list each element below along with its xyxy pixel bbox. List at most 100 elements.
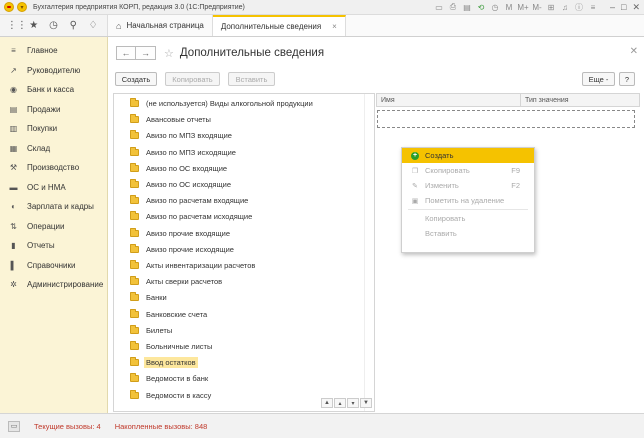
sidebar-item[interactable]: ◉ Банк и касса <box>0 80 107 100</box>
tree-item[interactable]: Авизо прочие исходящие <box>114 242 374 257</box>
app-logo-icon <box>4 2 14 12</box>
tree-item[interactable]: Билеты <box>114 323 374 338</box>
tree-item[interactable]: Больничные листы <box>114 339 374 354</box>
sidebar-item[interactable]: ⇅ Операции <box>0 217 107 237</box>
history-icon[interactable]: ◷ <box>490 2 500 12</box>
sidebar-item-label: Главное <box>27 46 58 56</box>
tree-item-label: Авизо по расчетам исходящие <box>146 212 253 222</box>
ctx-create[interactable]: + Создать <box>402 148 534 163</box>
tree-item[interactable]: Авизо по МПЗ входящие <box>114 128 374 143</box>
tab-additional-info[interactable]: Дополнительные сведения × <box>212 15 346 36</box>
page-title: Дополнительные сведения <box>179 47 325 59</box>
sidebar-item[interactable]: ▮ Отчеты <box>0 236 107 256</box>
help-button[interactable]: ? <box>619 72 635 86</box>
sidebar-item[interactable]: ▬ ОС и НМА <box>0 178 107 198</box>
column-name-header[interactable]: Имя <box>377 94 521 106</box>
new-row-placeholder[interactable] <box>377 110 635 128</box>
category-tree[interactable]: Ведомости в кассу Ведомости в банк Ввод ос… <box>113 93 375 412</box>
scroll-top-button[interactable]: ▲ <box>321 398 333 408</box>
ctx-edit[interactable]: ✎ Изменить F2 <box>402 178 534 193</box>
home-icon: ⌂ <box>116 20 122 31</box>
scroll-up-button[interactable]: ▴ <box>334 398 346 408</box>
maximize-icon[interactable]: □ <box>621 2 626 13</box>
forward-button[interactable]: → <box>136 46 156 60</box>
quick-actions: ⋮⋮ ★ ◷ ⚲ ♢ <box>0 15 108 36</box>
sidebar-item-label: ОС и НМА <box>27 182 66 192</box>
ctx-paste[interactable]: Вставить <box>402 226 534 241</box>
back-button[interactable]: ← <box>116 46 136 60</box>
notifications-bell-icon[interactable]: ♢ <box>86 20 100 31</box>
sidebar-item-label: Склад <box>27 143 51 153</box>
tree-item[interactable]: (не используется) Виды алкогольной проду… <box>114 96 374 111</box>
paste-button[interactable]: Вставить <box>228 72 275 86</box>
memory-plus-icon[interactable]: M+ <box>517 2 528 12</box>
sidebar-item[interactable]: ✲ Администрирование <box>0 275 107 295</box>
tree-item[interactable]: Авизо по МПЗ исходящие <box>114 145 374 160</box>
sidebar-item[interactable]: ▥ Покупки <box>0 119 107 139</box>
ctx-paste-label: Вставить <box>425 229 457 238</box>
minimize-icon[interactable]: – <box>610 2 615 13</box>
save-icon[interactable]: ▭ <box>434 2 444 12</box>
print-preview-icon[interactable]: ▤ <box>462 2 472 12</box>
close-form-icon[interactable]: ✕ <box>630 46 638 57</box>
duplicate-icon: ❐ <box>411 167 419 175</box>
ctx-copy[interactable]: Копировать <box>402 211 534 226</box>
main-menu-icon[interactable]: ▾ <box>17 2 27 12</box>
favorite-star-icon[interactable]: ☆ <box>164 47 174 60</box>
settings-icon[interactable]: ≡ <box>588 2 598 12</box>
tree-item[interactable]: Банковские счета <box>114 307 374 322</box>
ctx-mark-deletion[interactable]: ▣ Пометить на удаление <box>402 193 534 208</box>
column-type-header[interactable]: Тип значения <box>521 94 639 106</box>
tree-item[interactable]: Авансовые отчеты <box>114 112 374 127</box>
apps-grid-icon[interactable]: ⋮⋮ <box>7 20 27 31</box>
memory-icon[interactable]: M <box>504 2 514 12</box>
sidebar-item-label: Покупки <box>27 124 58 134</box>
zoom-icon[interactable]: ⊞ <box>546 2 556 12</box>
sidebar-item-label: Операции <box>27 221 65 231</box>
sidebar-item[interactable]: ⚒ Производство <box>0 158 107 178</box>
status-bar: ▭ Текущие вызовы: 4 Накопленные вызовы: … <box>0 413 644 438</box>
tree-item[interactable]: Авизо по расчетам входящие <box>114 193 374 208</box>
tree-item[interactable]: Банки <box>114 290 374 305</box>
tree-item[interactable]: Акты сверки расчетов <box>114 274 374 289</box>
top-toolbar: ⋮⋮ ★ ◷ ⚲ ♢ ⌂ Начальная страница Дополнит… <box>0 15 644 37</box>
print-icon[interactable]: ⎙ <box>448 2 458 12</box>
tree-scrollbar[interactable] <box>364 94 374 411</box>
favorites-star-icon[interactable]: ★ <box>27 20 41 31</box>
close-icon[interactable]: ✕ <box>632 2 640 13</box>
scroll-bottom-button[interactable]: ▼ <box>360 398 372 408</box>
sidebar-item-label: Руководителю <box>27 65 81 75</box>
refresh-icon[interactable]: ⟲ <box>476 2 486 12</box>
sidebar-item[interactable]: ▦ Склад <box>0 139 107 159</box>
tree-item[interactable]: Ввод остатков <box>114 355 374 370</box>
tree-item[interactable]: Авизо по расчетам исходящие <box>114 209 374 224</box>
pencil-icon: ✎ <box>412 182 418 190</box>
tree-item[interactable]: Авизо по ОС входящие <box>114 161 374 176</box>
tree-item-label: Банки <box>146 293 167 303</box>
search-icon[interactable]: ⚲ <box>66 20 80 31</box>
tab-close-icon[interactable]: × <box>332 22 337 31</box>
sidebar-item[interactable]: ▤ Продажи <box>0 100 107 120</box>
ctx-duplicate[interactable]: ❐ Скопировать F9 <box>402 163 534 178</box>
sidebar-item[interactable]: ↗ Руководителю <box>0 61 107 81</box>
cart-icon: ▤ <box>9 104 18 114</box>
memory-minus-icon[interactable]: M- <box>532 2 542 12</box>
copy-button[interactable]: Копировать <box>165 72 220 86</box>
tree-item[interactable]: Авизо прочие входящие <box>114 226 374 241</box>
status-window-icon[interactable]: ▭ <box>8 420 20 432</box>
bell-icon[interactable]: ♫ <box>560 2 570 12</box>
tab-home[interactable]: ⌂ Начальная страница <box>108 15 213 36</box>
info-icon[interactable]: ⓘ <box>574 2 584 12</box>
tree-item[interactable]: Авизо по ОС исходящие <box>114 177 374 192</box>
sidebar-item[interactable]: ≡ Главное <box>0 41 107 61</box>
tree-item[interactable]: Акты инвентаризации расчетов <box>114 258 374 273</box>
history-clock-icon[interactable]: ◷ <box>46 20 60 31</box>
tree-item[interactable]: Ведомости в банк <box>114 371 374 386</box>
sidebar-item[interactable]: ▌ Справочники <box>0 256 107 276</box>
folder-icon <box>130 146 139 156</box>
scroll-down-button[interactable]: ▾ <box>347 398 359 408</box>
sidebar-item[interactable]: ◐ Зарплата и кадры <box>0 197 107 217</box>
create-button[interactable]: Создать <box>115 72 157 86</box>
tree-item-label: Акты сверки расчетов <box>146 277 223 287</box>
more-button[interactable]: Еще - <box>582 72 615 86</box>
